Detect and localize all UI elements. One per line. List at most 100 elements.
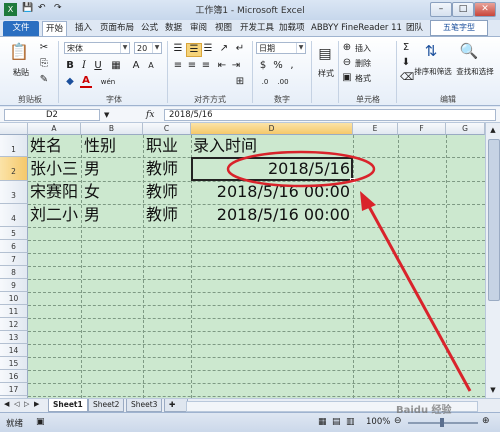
merge-cells-icon[interactable]: ⊞ — [234, 76, 246, 88]
align-middle-icon[interactable]: ☰ — [186, 43, 202, 57]
zoom-in-icon[interactable]: ⊕ — [482, 416, 490, 426]
annotation-arrow-line — [364, 200, 472, 392]
vertical-scrollbar[interactable]: ▲ ▼ — [485, 123, 500, 398]
delete-cells-icon[interactable]: ⊖ — [342, 57, 352, 69]
sheet-nav-next-icon[interactable]: ▷ — [24, 400, 29, 408]
grow-font-button[interactable]: A — [130, 60, 142, 72]
tab-insert[interactable]: 插入 — [72, 21, 95, 36]
font-color-button[interactable]: A — [80, 76, 92, 88]
styles-icon[interactable]: ▤ — [316, 43, 334, 65]
ribbon-tabs: 文件 开始 插入 页面布局 公式 数据 审阅 视图 开发工具 加载项 ABBYY… — [0, 20, 500, 37]
tab-page-layout[interactable]: 页面布局 — [97, 21, 137, 36]
chevron-down-icon[interactable]: ▼ — [104, 109, 114, 121]
highlight-ellipse — [226, 150, 376, 188]
window-title: 工作簿1 - Microsoft Excel — [195, 6, 305, 16]
tab-review[interactable]: 审阅 — [187, 21, 210, 36]
align-left-icon[interactable]: ≡ — [172, 60, 184, 72]
sort-filter-icon[interactable]: ⇅ — [420, 41, 442, 61]
autosum-button[interactable]: Σ — [400, 42, 412, 54]
tab-home[interactable]: 开始 — [42, 21, 68, 37]
bold-button[interactable]: B — [64, 60, 76, 72]
insert-cells-icon[interactable]: ⊕ — [342, 42, 352, 54]
tab-developer[interactable]: 开发工具 — [237, 21, 277, 36]
styles-button[interactable]: 样式 — [314, 67, 338, 80]
sheet-tab-sheet2[interactable]: Sheet2 — [88, 399, 125, 412]
group-divider — [338, 41, 339, 103]
worksheet-grid[interactable]: A B C D E F G 1 2 3 4 5 6 7 8 9 10 11 12… — [0, 123, 485, 398]
macro-record-icon[interactable]: ▣ — [36, 417, 45, 427]
name-box[interactable]: D2 — [4, 109, 100, 121]
font-size-select[interactable]: 20 ▼ — [134, 42, 162, 54]
align-top-icon[interactable]: ☰ — [172, 43, 184, 55]
page-layout-view-icon[interactable]: ▤ — [332, 417, 341, 427]
orientation-icon[interactable]: ↗ — [218, 43, 230, 55]
format-cells-button[interactable]: 格式 — [354, 72, 372, 85]
number-format-select[interactable]: 日期 ▼ — [256, 42, 306, 54]
normal-view-icon[interactable]: ▦ — [318, 417, 327, 427]
tab-addins[interactable]: 加载项 — [276, 21, 308, 36]
increase-decimal-icon[interactable]: .0 — [258, 76, 272, 88]
insert-function-button[interactable]: fx — [146, 108, 162, 122]
formula-bar: D2 ▼ fx 2018/5/16 — [0, 107, 500, 123]
comma-button[interactable]: , — [286, 60, 298, 72]
new-sheet-icon[interactable]: ✚ — [164, 399, 188, 412]
tab-file[interactable]: 文件 — [3, 21, 39, 36]
align-bottom-icon[interactable]: ☰ — [202, 43, 214, 55]
tab-formulas[interactable]: 公式 — [138, 21, 161, 36]
zoom-slider-thumb[interactable] — [440, 418, 444, 427]
format-cells-icon[interactable]: ▣ — [342, 72, 352, 84]
fill-icon[interactable]: ⬇ — [400, 57, 412, 69]
paste-button[interactable]: 粘贴 — [8, 66, 34, 79]
insert-cells-button[interactable]: 插入 — [354, 42, 372, 55]
cells-group-label: 单元格 — [356, 95, 380, 104]
scroll-up-icon[interactable]: ▲ — [488, 125, 498, 135]
delete-cells-button[interactable]: 删除 — [354, 57, 372, 70]
decrease-decimal-icon[interactable]: .00 — [276, 76, 290, 88]
underline-button[interactable]: U — [92, 60, 104, 72]
fill-color-icon[interactable]: ◆ — [64, 76, 76, 88]
tab-view[interactable]: 视图 — [212, 21, 235, 36]
close-button[interactable]: ✕ — [474, 2, 496, 17]
wrap-text-icon[interactable]: ↵ — [234, 43, 246, 55]
scroll-thumb[interactable] — [488, 139, 500, 301]
align-center-icon[interactable]: ≡ — [186, 60, 198, 72]
zoom-level[interactable]: 100% — [366, 417, 390, 427]
tab-team[interactable]: 团队 — [403, 21, 426, 36]
sheet-nav-last-icon[interactable]: ▶ — [34, 400, 39, 408]
group-divider — [396, 41, 397, 103]
tab-abbyy[interactable]: ABBYY FineReader 11 — [308, 21, 405, 36]
phonetic-button[interactable]: wén — [100, 76, 116, 88]
decrease-indent-icon[interactable]: ⇤ — [216, 60, 228, 72]
paste-icon[interactable]: 📋 — [8, 41, 30, 63]
clear-icon[interactable]: ⌫ — [400, 72, 414, 84]
tab-data[interactable]: 数据 — [162, 21, 185, 36]
find-select-icon[interactable]: 🔍 — [458, 41, 480, 61]
page-break-view-icon[interactable]: ▥ — [346, 417, 355, 427]
sheet-tab-sheet1[interactable]: Sheet1 — [48, 399, 88, 412]
minimize-button[interactable]: – — [430, 2, 452, 17]
cut-icon[interactable]: ✂ — [38, 42, 50, 54]
increase-indent-icon[interactable]: ⇥ — [230, 60, 242, 72]
scroll-down-icon[interactable]: ▼ — [488, 385, 498, 395]
sheet-tab-sheet3[interactable]: Sheet3 — [126, 399, 163, 412]
format-painter-icon[interactable]: ✎ — [38, 74, 50, 86]
clipboard-group-label: 剪贴板 — [18, 95, 42, 104]
italic-button[interactable]: I — [78, 60, 90, 72]
find-select-button[interactable]: 查找和选择 — [452, 65, 498, 78]
sort-filter-button[interactable]: 排序和筛选 — [412, 65, 454, 78]
percent-button[interactable]: % — [272, 60, 284, 72]
sheet-nav-first-icon[interactable]: ◀ — [4, 400, 9, 408]
align-right-icon[interactable]: ≡ — [200, 60, 212, 72]
shrink-font-icon[interactable]: A — [145, 60, 157, 72]
ime-badge: 五笔字型 — [430, 20, 488, 36]
zoom-out-icon[interactable]: ⊖ — [394, 416, 402, 426]
currency-icon[interactable]: $ — [256, 60, 270, 72]
number-format-value: 日期 — [259, 44, 275, 53]
formula-input[interactable]: 2018/5/16 — [164, 109, 496, 121]
font-name-select[interactable]: 宋体 ▼ — [64, 42, 130, 54]
border-icon[interactable]: ▦ — [110, 60, 122, 72]
copy-icon[interactable]: ⎘ — [38, 58, 50, 70]
restore-button[interactable]: □ — [452, 2, 474, 17]
chevron-down-icon: ▼ — [152, 43, 161, 53]
sheet-nav-prev-icon[interactable]: ◁ — [14, 400, 19, 408]
